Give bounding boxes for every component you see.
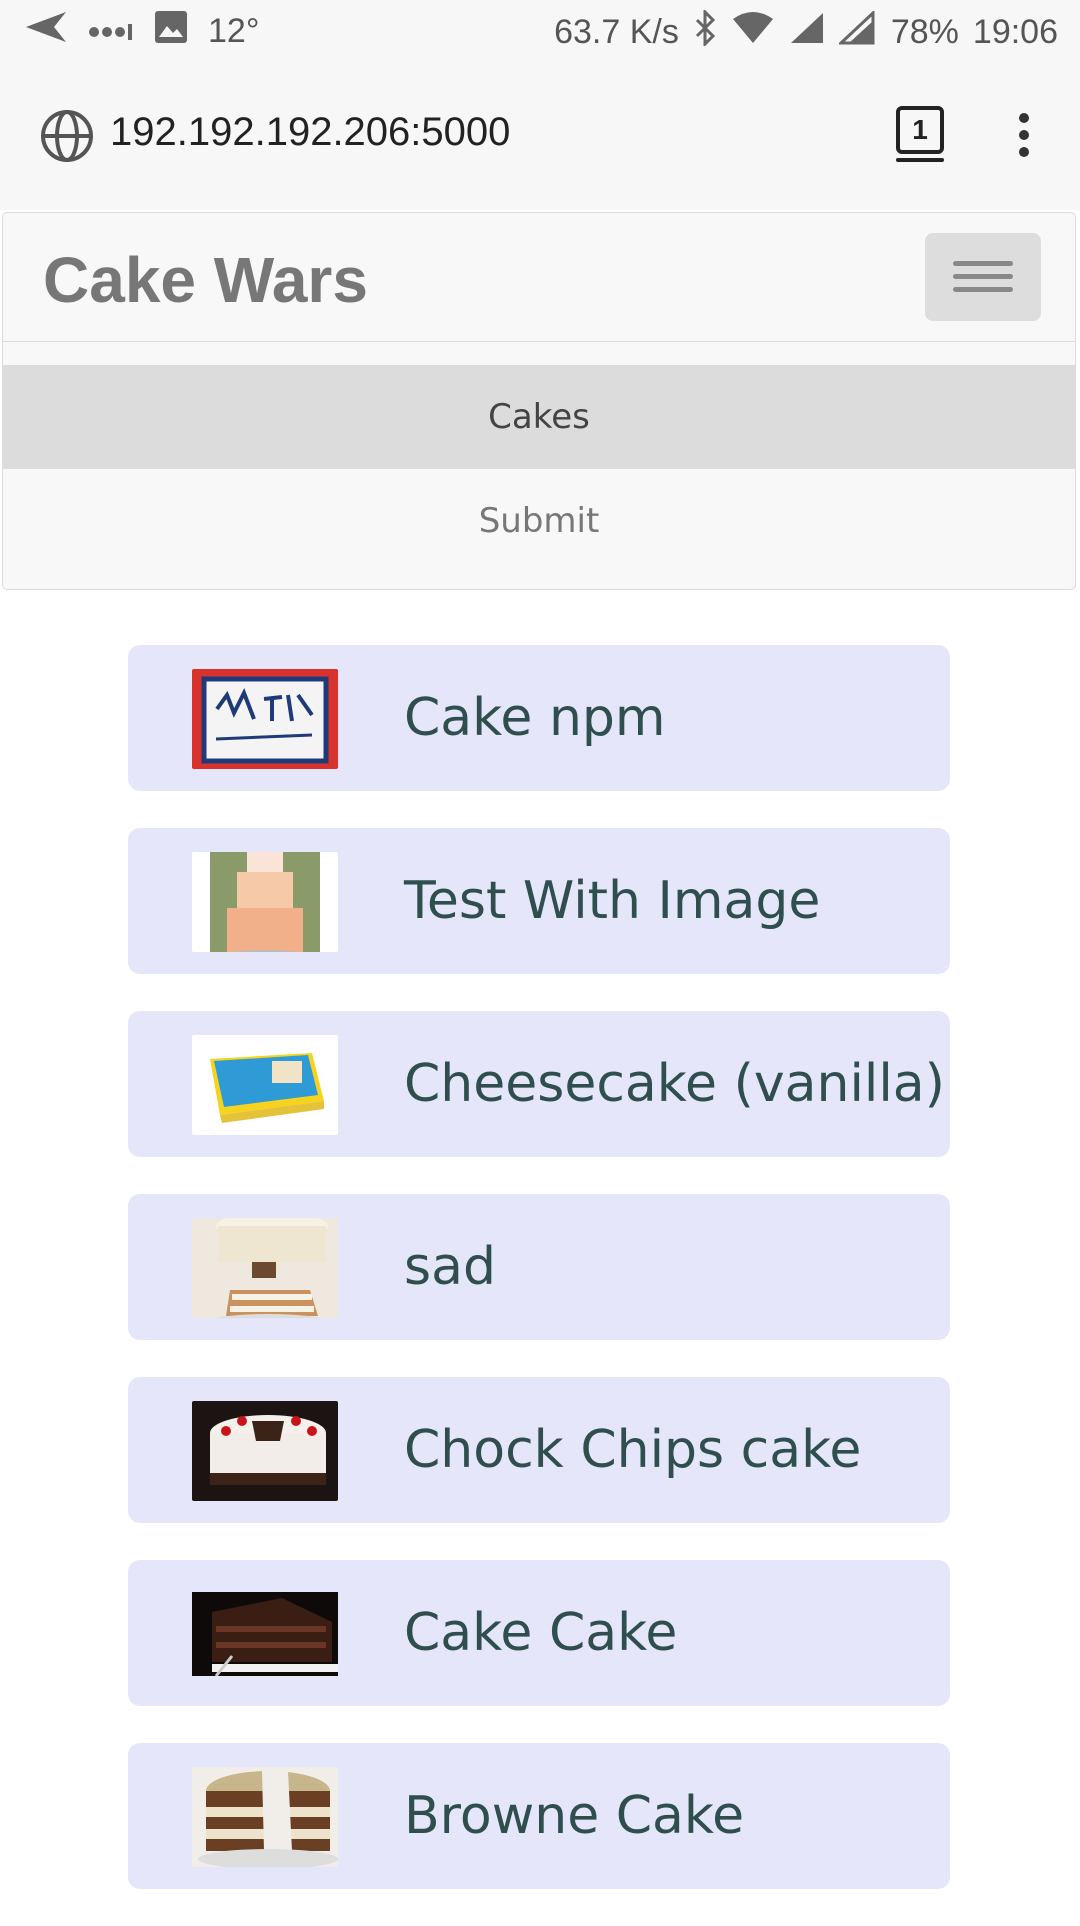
cake-name: Cake Cake [404, 1603, 678, 1663]
cake-thumbnail [192, 1584, 338, 1684]
cake-name: Test With Image [404, 871, 821, 931]
tab-switcher-button[interactable]: 1 [896, 106, 944, 162]
cake-thumbnail [192, 1218, 338, 1318]
brand-title[interactable]: Cake Wars [43, 243, 368, 317]
cake-name: Cake npm [404, 688, 666, 748]
cake-card[interactable]: Cake Cake [128, 1560, 950, 1706]
cake-name: Browne Cake [404, 1786, 745, 1846]
globe-icon[interactable] [40, 109, 94, 167]
cake-card[interactable]: Test With Image [128, 828, 950, 974]
signal-roaming-icon [837, 9, 877, 54]
url-bar[interactable]: 192.192.192.206:5000 [110, 110, 510, 155]
cake-card[interactable]: sad [128, 1194, 950, 1340]
cake-card[interactable]: Cake npm [128, 645, 950, 791]
cake-name: Chock Chips cake [404, 1420, 862, 1480]
battery-level: 78% [890, 13, 959, 51]
cake-card[interactable]: Browne Cake [128, 1743, 950, 1889]
image-icon [154, 10, 188, 53]
cake-name: sad [404, 1237, 496, 1297]
network-speed: 63.7 K/s [554, 13, 679, 51]
bluetooth-icon [693, 8, 717, 55]
cake-name: Cheesecake (vanilla) [404, 1054, 945, 1114]
cake-thumbnail [192, 669, 338, 769]
cake-thumbnail [192, 1401, 338, 1501]
signal-icon [789, 11, 825, 54]
cake-list: Cake npm Test With Image Cheesecake (van… [128, 645, 952, 1926]
cake-thumbnail [192, 852, 338, 952]
nav-item-cakes[interactable]: Cakes [3, 365, 1075, 469]
navbar: Cake Wars Cakes Submit [2, 212, 1076, 590]
dots-icon [88, 12, 134, 51]
temperature: 12° [208, 12, 260, 50]
menu-toggle-button[interactable] [925, 233, 1041, 321]
status-bar: 12° 63.7 K/s 78% 19:06 [0, 0, 1080, 64]
cake-thumbnail [192, 1035, 338, 1135]
navbar-divider [3, 341, 1075, 342]
hamburger-icon [953, 261, 1013, 266]
cake-card[interactable]: Cheesecake (vanilla) [128, 1011, 950, 1157]
browser-toolbar: 192.192.192.206:5000 1 [0, 64, 1080, 210]
clock: 19:06 [972, 13, 1058, 51]
send-icon [24, 10, 68, 53]
cake-thumbnail [192, 1767, 338, 1867]
cake-card[interactable]: Chock Chips cake [128, 1377, 950, 1523]
overflow-menu-icon[interactable] [1014, 112, 1034, 162]
nav-item-submit[interactable]: Submit [3, 469, 1075, 573]
wifi-icon [731, 11, 775, 54]
